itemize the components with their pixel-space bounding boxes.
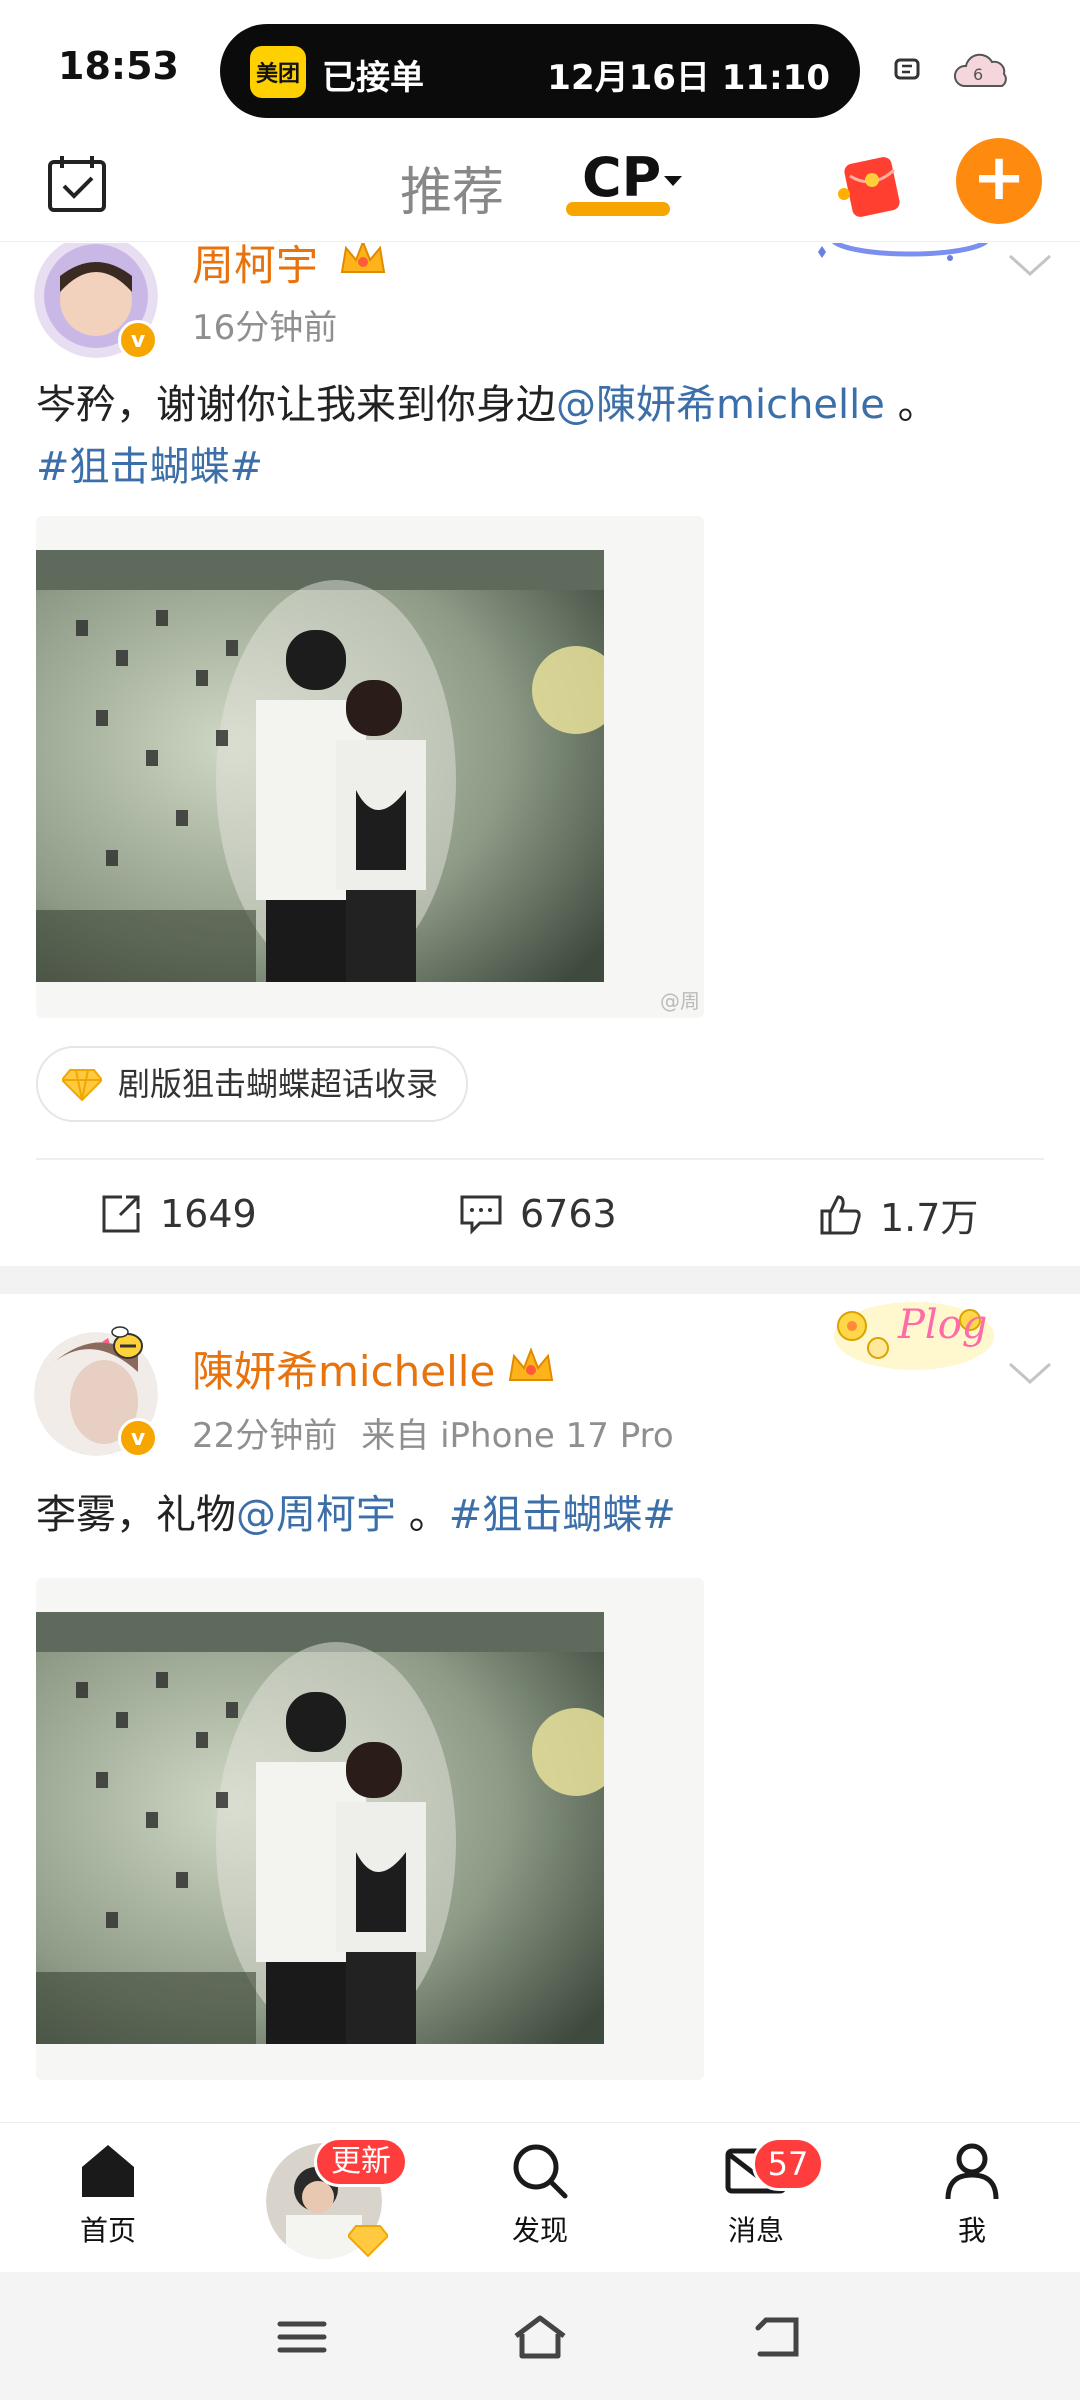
system-nav [0, 2272, 1080, 2400]
menu-icon[interactable] [272, 2312, 332, 2362]
polaroid-photo [36, 1612, 604, 2044]
home-icon [82, 2145, 134, 2197]
tab-recommend[interactable]: 推荐 [400, 150, 504, 225]
comment-icon [460, 1195, 502, 1235]
chevron-down-icon[interactable] [1008, 1360, 1052, 1386]
comment-button[interactable]: 6763 [458, 1164, 617, 1264]
repost-icon [102, 1195, 140, 1233]
back-icon[interactable] [748, 2312, 808, 2362]
photo-watermark: @周 [660, 989, 700, 1013]
post-username[interactable]: 陳妍希michelle [192, 1338, 495, 1399]
post-photo[interactable]: @周 [36, 516, 704, 1018]
calendar-check-icon[interactable] [44, 150, 110, 216]
chevron-down-icon[interactable] [1008, 252, 1052, 278]
hashtag-link[interactable]: #狙击蝴蝶# [36, 444, 263, 490]
post-text: 李雾，礼物@周柯宇 。#狙击蝴蝶# [36, 1484, 1050, 1546]
post-time: 22分钟前 [192, 1416, 338, 1456]
like-count: 1.7万 [880, 1195, 979, 1240]
nav-profile[interactable]: 我 [902, 2139, 1042, 2249]
feed[interactable]: v 周柯宇 16分钟前 岑矜，谢谢你让我来到你身边@陳妍希michelle 。 … [0, 243, 1080, 2122]
post-text-body: 李雾，礼物 [36, 1492, 236, 1538]
nav-label: 消息 [727, 2214, 784, 2247]
crown-icon [340, 243, 386, 273]
caret-down-icon[interactable] [664, 176, 682, 186]
post-time: 16分钟前 [192, 308, 338, 348]
post-text-body: 岑矜，谢谢你让我来到你身边 [36, 382, 556, 428]
bee-sticker-icon [102, 1326, 143, 1359]
message-count-badge: 57 [752, 2137, 824, 2191]
nfc-icon [894, 58, 920, 80]
repost-button[interactable]: 1649 [98, 1164, 257, 1264]
island-status-text: 已接单 [322, 58, 424, 98]
post-photo[interactable] [36, 1578, 704, 2080]
verified-badge-icon: v [118, 1418, 158, 1458]
repost-count: 1649 [160, 1192, 257, 1236]
post-source: 来自 iPhone 17 Pro [361, 1416, 674, 1456]
verified-badge-icon: v [118, 320, 158, 360]
topic-chip-label: 剧版狙击蝴蝶超话收录 [118, 1065, 439, 1103]
topic-chip[interactable]: 剧版狙击蝴蝶超话收录 [36, 1046, 469, 1122]
add-post-button[interactable]: + [956, 138, 1042, 224]
cloud-battery-icon: 6 [954, 53, 1007, 87]
top-header: 推荐 CP + [0, 130, 1080, 242]
plog-text: Plog [898, 1302, 988, 1348]
post-separator [0, 1266, 1080, 1294]
red-packet-icon[interactable] [830, 146, 910, 222]
mention-link[interactable]: @周柯宇 [236, 1492, 396, 1538]
divider [36, 1158, 1044, 1160]
island-datetime: 12月16日 11:10 [547, 58, 830, 98]
nav-discover[interactable]: 发现 [470, 2139, 610, 2249]
profile-icon [945, 2143, 999, 2200]
svg-text:6: 6 [973, 65, 983, 84]
hashtag-link[interactable]: #狙击蝴蝶# [449, 1492, 676, 1538]
tab-cp[interactable]: CP [582, 146, 661, 209]
thumbs-up-icon [820, 1195, 861, 1235]
post-text-punct: 。 [396, 1492, 449, 1538]
post-text: 岑矜，谢谢你让我来到你身边@陳妍希michelle 。 #狙击蝴蝶# [36, 374, 1050, 498]
polaroid-photo [36, 550, 604, 982]
meituan-logo-icon: 美团 [250, 46, 306, 98]
like-button[interactable]: 1.7万 [818, 1164, 978, 1264]
diamond-icon [348, 2225, 388, 2258]
post-card[interactable]: v 周柯宇 16分钟前 岑矜，谢谢你让我来到你身边@陳妍希michelle 。 … [0, 243, 1080, 1266]
nav-home[interactable]: 首页 [38, 2139, 178, 2249]
dynamic-island[interactable]: 美团 已接单 12月16日 11:10 [220, 24, 860, 118]
status-bar: 18:53 美团 已接单 12月16日 11:10 6 [0, 0, 1080, 130]
post-meta: 16分钟前 [192, 300, 361, 349]
search-icon [513, 2144, 568, 2199]
post-card[interactable]: v 陳妍希michelle 22分钟前 来自 iPhone 17 Pro Plog… [0, 1294, 1080, 2122]
mention-link[interactable]: @陳妍希michelle [556, 382, 885, 428]
bottom-nav: 首页 更新 发现 消息 57 我 [0, 2122, 1080, 2272]
diamond-icon [62, 1069, 102, 1102]
planet-decor-icon [818, 243, 989, 261]
crown-icon [508, 1347, 554, 1381]
nav-label: 我 [957, 2214, 986, 2247]
home-outline-icon[interactable] [510, 2312, 570, 2362]
post-actions: 1649 6763 1.7万 [0, 1164, 1080, 1264]
post-username[interactable]: 周柯宇 [192, 243, 318, 293]
comment-count: 6763 [520, 1192, 617, 1236]
post-text-punct: 。 [884, 382, 938, 428]
post-meta: 22分钟前 来自 iPhone 17 Pro [192, 1408, 698, 1457]
update-badge: 更新 [314, 2137, 408, 2187]
nav-label: 发现 [511, 2214, 568, 2247]
plog-sticker: Plog [830, 1296, 998, 1372]
status-time: 18:53 [58, 44, 179, 88]
nav-label: 首页 [79, 2214, 136, 2247]
